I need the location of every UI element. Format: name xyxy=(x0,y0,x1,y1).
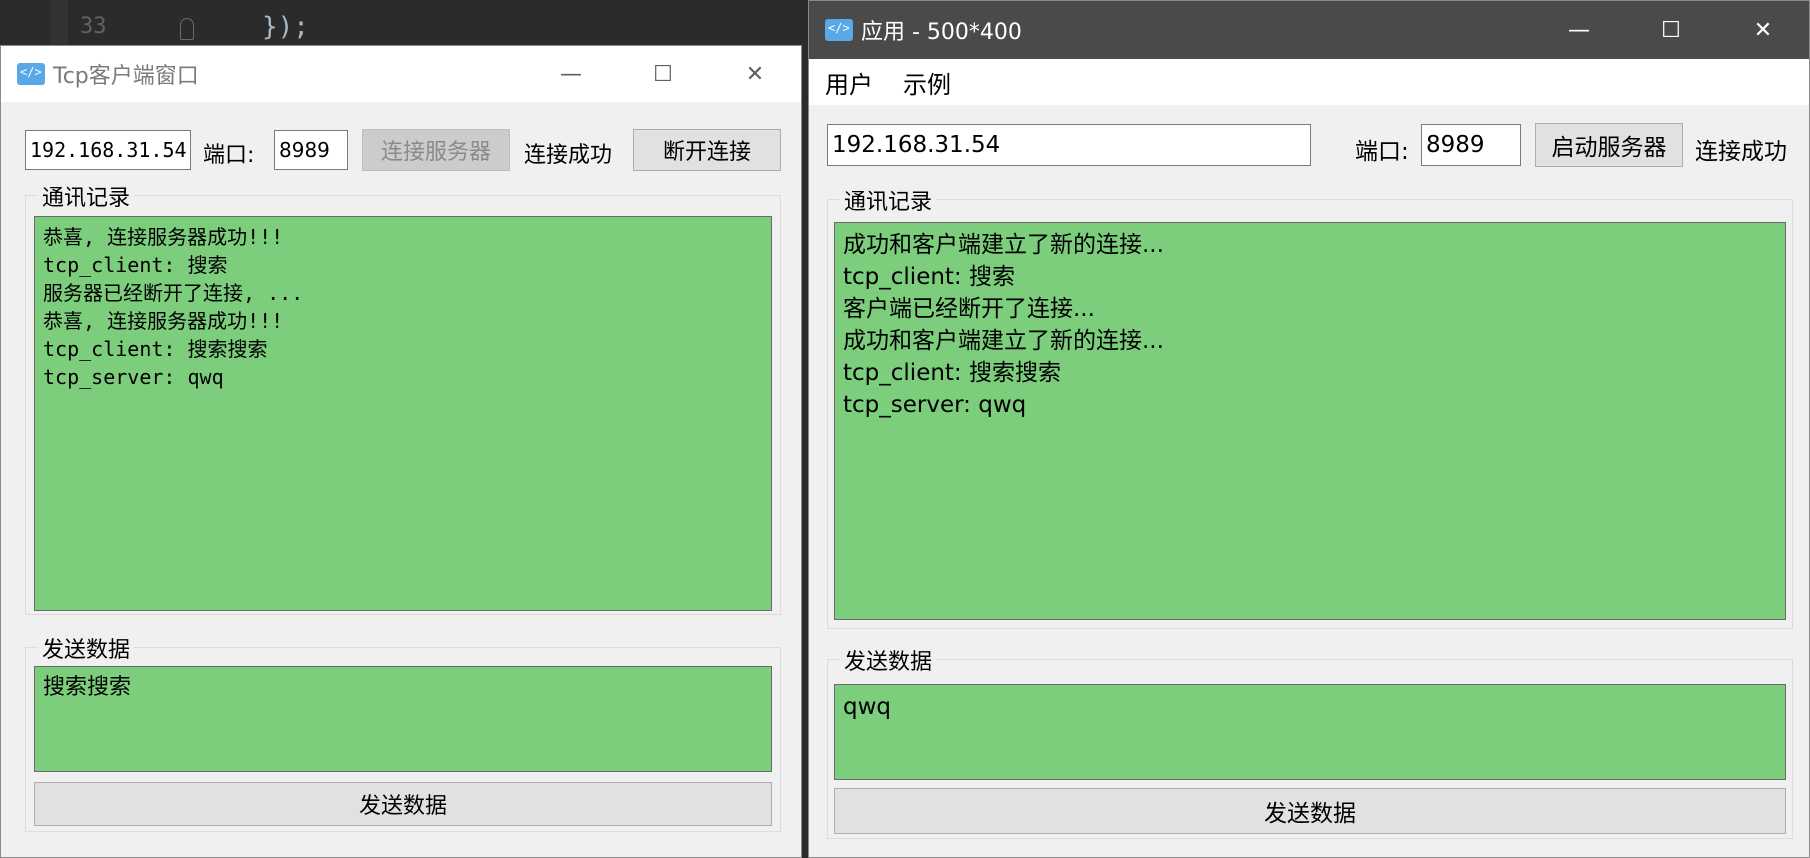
code-icon xyxy=(17,63,45,85)
send-groupbox: 发送数据 搜索搜索 发送数据 xyxy=(25,632,781,832)
close-button[interactable]: ✕ xyxy=(1717,1,1809,59)
send-group-title: 发送数据 xyxy=(38,632,135,664)
send-text: 搜索搜索 xyxy=(43,675,132,700)
minimize-icon: — xyxy=(1568,17,1590,43)
log-groupbox: 通讯记录 成功和客户端建立了新的连接... tcp_client: 搜索 客户端… xyxy=(827,184,1793,629)
code-text: }); xyxy=(262,12,309,42)
log-line: 客户端已经断开了连接... xyxy=(843,296,1095,322)
log-line: tcp_client: 搜索 xyxy=(43,253,228,277)
ip-input[interactable] xyxy=(25,130,191,170)
client-window-title: Tcp客户端窗口 xyxy=(53,64,199,89)
maximize-button[interactable]: ☐ xyxy=(617,46,709,102)
disconnect-button[interactable]: 断开连接 xyxy=(633,129,781,171)
log-line: 成功和客户端建立了新的连接... xyxy=(843,232,1164,258)
code-line: }); xyxy=(262,12,309,42)
connect-server-button[interactable]: 连接服务器 xyxy=(362,129,510,171)
minimize-icon: — xyxy=(560,61,582,87)
log-groupbox: 通讯记录 恭喜, 连接服务器成功!!! tcp_client: 搜索 服务器已经… xyxy=(25,180,781,615)
port-label: 端口: xyxy=(1355,139,1409,165)
send-text: qwq xyxy=(843,694,892,720)
send-textarea[interactable]: 搜索搜索 xyxy=(34,666,772,772)
connection-status: 连接成功 xyxy=(524,143,613,168)
send-data-button[interactable]: 发送数据 xyxy=(834,788,1786,834)
log-line: tcp_client: 搜索 xyxy=(843,264,1015,290)
client-window: Tcp客户端窗口 — ☐ ✕ 端口: 连接服务器 连接成功 断开连接 通讯记录 … xyxy=(0,45,802,858)
send-data-button[interactable]: 发送数据 xyxy=(34,782,772,826)
log-line: 恭喜, 连接服务器成功!!! xyxy=(43,309,284,333)
log-group-title: 通讯记录 xyxy=(840,184,937,216)
code-icon xyxy=(825,19,853,41)
ip-input[interactable] xyxy=(827,124,1311,166)
menu-item-example[interactable]: 示例 xyxy=(903,65,951,100)
line-number: 33 xyxy=(80,14,107,39)
server-window: 应用 - 500*400 — ☐ ✕ 用户 示例 端口: 启动服务器 连接成功 … xyxy=(808,0,1810,858)
send-textarea[interactable]: qwq xyxy=(834,684,1786,780)
connection-status: 连接成功 xyxy=(1695,139,1787,165)
log-line: 服务器已经断开了连接, ... xyxy=(43,281,304,305)
minimize-button[interactable]: — xyxy=(1533,1,1625,59)
log-line: 成功和客户端建立了新的连接... xyxy=(843,328,1164,354)
log-line: tcp_client: 搜索搜索 xyxy=(43,337,268,361)
log-line: tcp_server: qwq xyxy=(843,392,1027,418)
client-titlebar[interactable]: Tcp客户端窗口 — ☐ ✕ xyxy=(1,46,801,102)
log-line: tcp_server: qwq xyxy=(43,365,224,389)
close-button[interactable]: ✕ xyxy=(709,46,801,102)
log-textarea[interactable]: 恭喜, 连接服务器成功!!! tcp_client: 搜索 服务器已经断开了连接… xyxy=(34,216,772,611)
start-server-button[interactable]: 启动服务器 xyxy=(1535,123,1683,167)
minimize-button[interactable]: — xyxy=(525,46,617,102)
port-input[interactable] xyxy=(1421,124,1521,166)
port-input[interactable] xyxy=(274,130,348,170)
send-groupbox: 发送数据 qwq 发送数据 xyxy=(827,644,1793,839)
port-label: 端口: xyxy=(203,143,255,168)
server-window-title: 应用 - 500*400 xyxy=(861,20,1022,45)
server-titlebar[interactable]: 应用 - 500*400 — ☐ ✕ xyxy=(809,1,1809,59)
menubar: 用户 示例 xyxy=(809,59,1809,105)
close-icon: ✕ xyxy=(1753,17,1773,43)
log-textarea[interactable]: 成功和客户端建立了新的连接... tcp_client: 搜索 客户端已经断开了… xyxy=(834,222,1786,620)
log-line: 恭喜, 连接服务器成功!!! xyxy=(43,225,284,249)
menu-item-user[interactable]: 用户 xyxy=(825,65,873,100)
close-icon: ✕ xyxy=(745,61,765,87)
maximize-icon: ☐ xyxy=(653,61,673,87)
maximize-icon: ☐ xyxy=(1661,17,1681,43)
send-group-title: 发送数据 xyxy=(840,644,937,676)
fold-icon[interactable] xyxy=(180,18,194,40)
maximize-button[interactable]: ☐ xyxy=(1625,1,1717,59)
log-group-title: 通讯记录 xyxy=(38,180,135,212)
log-line: tcp_client: 搜索搜索 xyxy=(843,360,1061,386)
